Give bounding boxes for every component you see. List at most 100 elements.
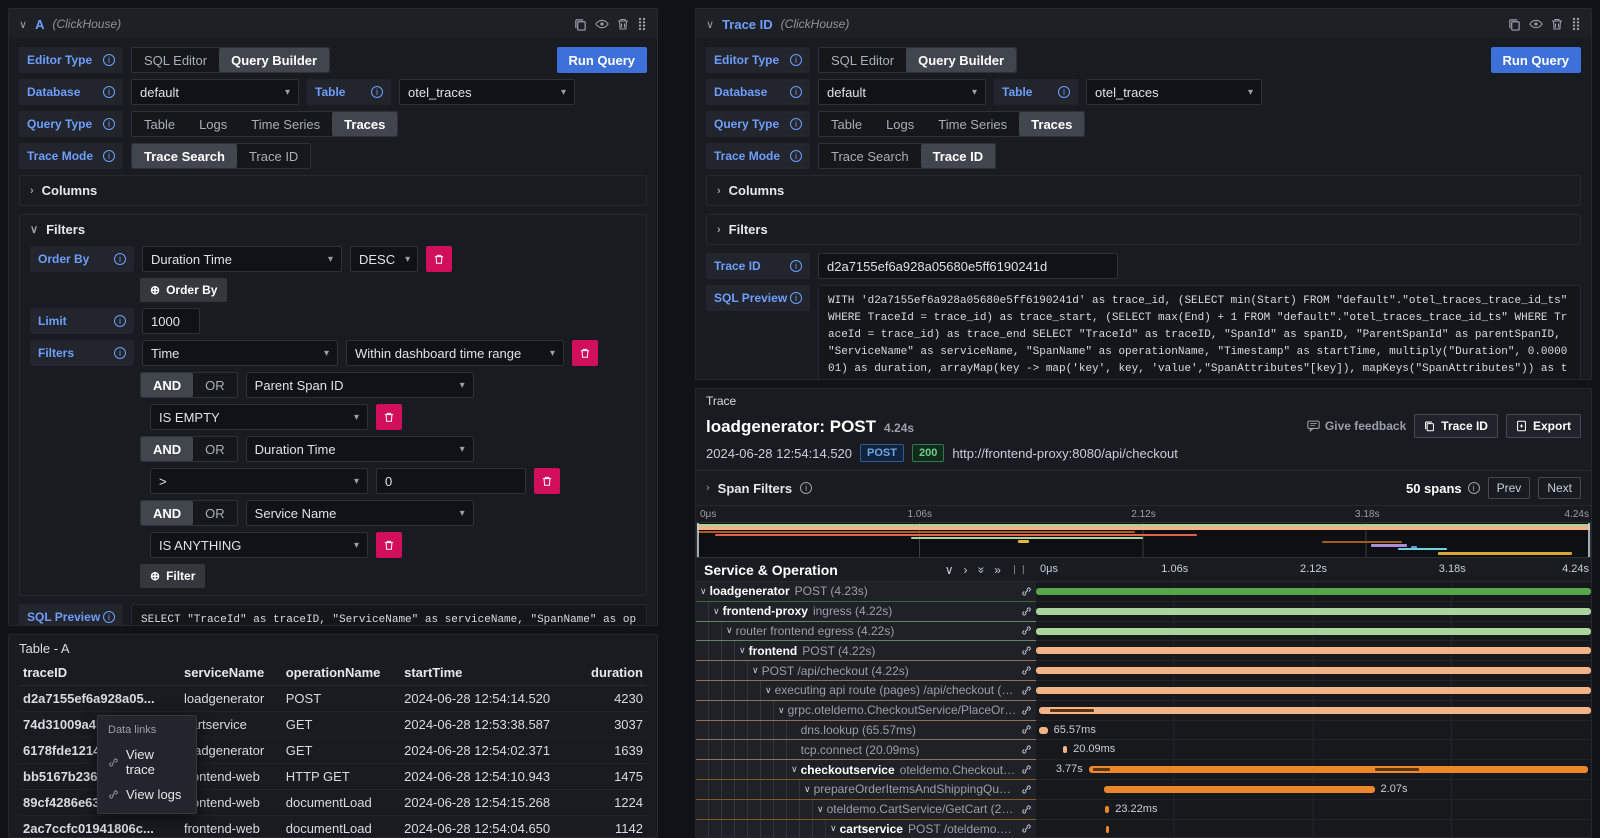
link-icon[interactable] — [1017, 705, 1032, 716]
minimap-viewport-handle[interactable] — [1588, 523, 1590, 557]
column-resize-handle[interactable]: ❘❘ — [1011, 564, 1028, 575]
panel-header[interactable]: ∨ Trace ID (ClickHouse) — [696, 9, 1591, 39]
panel-header[interactable]: ∨ A (ClickHouse) — [9, 9, 657, 39]
duplicate-icon[interactable] — [1508, 18, 1521, 31]
view-logs-menu-item[interactable]: View logs — [98, 782, 196, 807]
span-bar[interactable] — [1036, 608, 1591, 615]
span-bar[interactable] — [1036, 647, 1591, 654]
option-trace-id[interactable]: Trace ID — [237, 144, 310, 168]
column-header-serviceName[interactable]: serviceName — [180, 660, 282, 686]
remove-filter-button[interactable] — [572, 340, 598, 366]
link-icon[interactable] — [1017, 823, 1032, 834]
span-bar[interactable] — [1039, 707, 1591, 714]
add-filter-button[interactable]: ⊕Filter — [140, 564, 205, 588]
and-option[interactable]: AND — [141, 501, 193, 525]
option-logs[interactable]: Logs — [874, 112, 926, 136]
trash-icon[interactable] — [617, 18, 629, 31]
condition-operator-select[interactable]: >▾ — [150, 468, 368, 494]
query-builder-option[interactable]: Query Builder — [219, 48, 329, 72]
column-header-startTime[interactable]: startTime — [400, 660, 578, 686]
option-logs[interactable]: Logs — [187, 112, 239, 136]
columns-header[interactable]: ›Columns — [717, 183, 1570, 198]
trace-id-link[interactable]: d2a7155ef6a928a05... — [19, 686, 180, 712]
trace-id-button[interactable]: Trace ID — [1414, 414, 1498, 438]
next-button[interactable]: Next — [1538, 477, 1581, 499]
span-name-cell[interactable]: ∨tcp.connect (20.09ms) — [696, 740, 1036, 760]
remove-condition-button[interactable] — [376, 532, 402, 558]
span-name-cell[interactable]: ∨grpc.oteldemo.CheckoutService/PlaceOrde… — [696, 701, 1036, 721]
span-name-cell[interactable]: ∨cartservicePOST /oteldemo.CartService/G… — [696, 820, 1036, 838]
span-bar[interactable] — [1089, 766, 1589, 773]
view-trace-menu-item[interactable]: View trace — [98, 742, 196, 782]
link-icon[interactable] — [1017, 764, 1032, 775]
option-trace-id[interactable]: Trace ID — [921, 144, 996, 168]
eye-icon[interactable] — [595, 17, 609, 31]
span-name-cell[interactable]: ∨oteldemo.CartService/GetCart (23.22ms) — [696, 800, 1036, 820]
option-trace-search[interactable]: Trace Search — [132, 144, 237, 168]
chevron-down-icon[interactable]: ∨ — [791, 764, 798, 775]
link-icon[interactable] — [1017, 685, 1032, 696]
chevron-down-icon[interactable]: ∨ — [739, 645, 746, 656]
collapse-chevron-icon[interactable]: ∨ — [19, 18, 27, 31]
expand-all-icon[interactable]: » — [994, 564, 1001, 576]
run-query-button[interactable]: Run Query — [557, 47, 647, 73]
collapse-one-icon[interactable]: ∨ — [945, 564, 954, 576]
chevron-down-icon[interactable]: ∨ — [765, 685, 772, 696]
trace-minimap[interactable]: 0μs1.06s2.12s3.18s4.24s — [696, 508, 1591, 558]
span-name-cell[interactable]: ∨prepareOrderItemsAndShippingQuoteFromCa… — [696, 780, 1036, 800]
chevron-down-icon[interactable]: ∨ — [752, 665, 759, 676]
link-icon[interactable] — [1017, 804, 1032, 815]
span-name-cell[interactable]: ∨dns.lookup (65.57ms) — [696, 721, 1036, 741]
expand-one-icon[interactable]: › — [964, 564, 968, 576]
link-icon[interactable] — [1017, 625, 1032, 636]
span-bar[interactable] — [1036, 588, 1591, 595]
run-query-button[interactable]: Run Query — [1491, 47, 1581, 73]
minimap-viewport-handle[interactable] — [697, 523, 699, 557]
span-bar[interactable] — [1104, 786, 1375, 793]
span-name-cell[interactable]: ∨loadgeneratorPOST (4.23s) — [696, 582, 1036, 602]
trace-id-link[interactable]: 2ac7ccfc01941806c... — [19, 816, 180, 838]
chevron-down-icon[interactable]: ∨ — [713, 606, 720, 617]
database-select[interactable]: default▾ — [131, 79, 299, 105]
column-header-operationName[interactable]: operationName — [282, 660, 400, 686]
chevron-right-icon[interactable]: › — [706, 482, 710, 494]
option-trace-search[interactable]: Trace Search — [819, 144, 921, 168]
and-option[interactable]: AND — [141, 373, 193, 397]
filter-field-select[interactable]: Time▾ — [142, 340, 338, 366]
remove-order-by-button[interactable] — [426, 246, 452, 272]
trash-icon[interactable] — [1551, 18, 1563, 31]
condition-value-input[interactable] — [376, 468, 526, 494]
add-order-by-button[interactable]: ⊕Order By — [140, 278, 227, 302]
span-name-cell[interactable]: ∨router frontend egress (4.22s) — [696, 622, 1036, 642]
remove-condition-button[interactable] — [534, 468, 560, 494]
order-by-field-select[interactable]: Duration Time▾ — [142, 246, 342, 272]
order-by-dir-select[interactable]: DESC▾ — [350, 246, 418, 272]
database-select[interactable]: default▾ — [818, 79, 986, 105]
condition-field-select[interactable]: Duration Time▾ — [246, 436, 474, 462]
collapse-all-icon[interactable]: » — [975, 566, 987, 573]
remove-condition-button[interactable] — [376, 404, 402, 430]
and-option[interactable]: AND — [141, 437, 193, 461]
or-option[interactable]: OR — [193, 437, 237, 461]
prev-button[interactable]: Prev — [1488, 477, 1531, 499]
span-filters-label[interactable]: Span Filters — [718, 481, 792, 496]
column-header-duration[interactable]: duration — [578, 660, 647, 686]
link-icon[interactable] — [1017, 744, 1032, 755]
condition-field-select[interactable]: Service Name▾ — [246, 500, 474, 526]
span-name-cell[interactable]: ∨executing api route (pages) /api/checko… — [696, 681, 1036, 701]
link-icon[interactable] — [1017, 645, 1032, 656]
span-bar[interactable] — [1106, 826, 1109, 833]
link-icon[interactable] — [1017, 724, 1032, 735]
condition-operator-select[interactable]: IS ANYTHING▾ — [150, 532, 368, 558]
option-traces[interactable]: Traces — [332, 112, 397, 136]
or-option[interactable]: OR — [193, 501, 237, 525]
drag-handle-icon[interactable] — [1571, 17, 1581, 31]
span-name-cell[interactable]: ∨frontend-proxyingress (4.22s) — [696, 602, 1036, 622]
span-bar[interactable] — [1036, 687, 1591, 694]
span-bar[interactable] — [1036, 667, 1591, 674]
span-name-cell[interactable]: ∨checkoutserviceoteldemo.CheckoutService… — [696, 760, 1036, 780]
sql-editor-option[interactable]: SQL Editor — [132, 48, 219, 72]
link-icon[interactable] — [1017, 665, 1032, 676]
chevron-down-icon[interactable]: ∨ — [804, 784, 811, 795]
or-option[interactable]: OR — [193, 373, 237, 397]
